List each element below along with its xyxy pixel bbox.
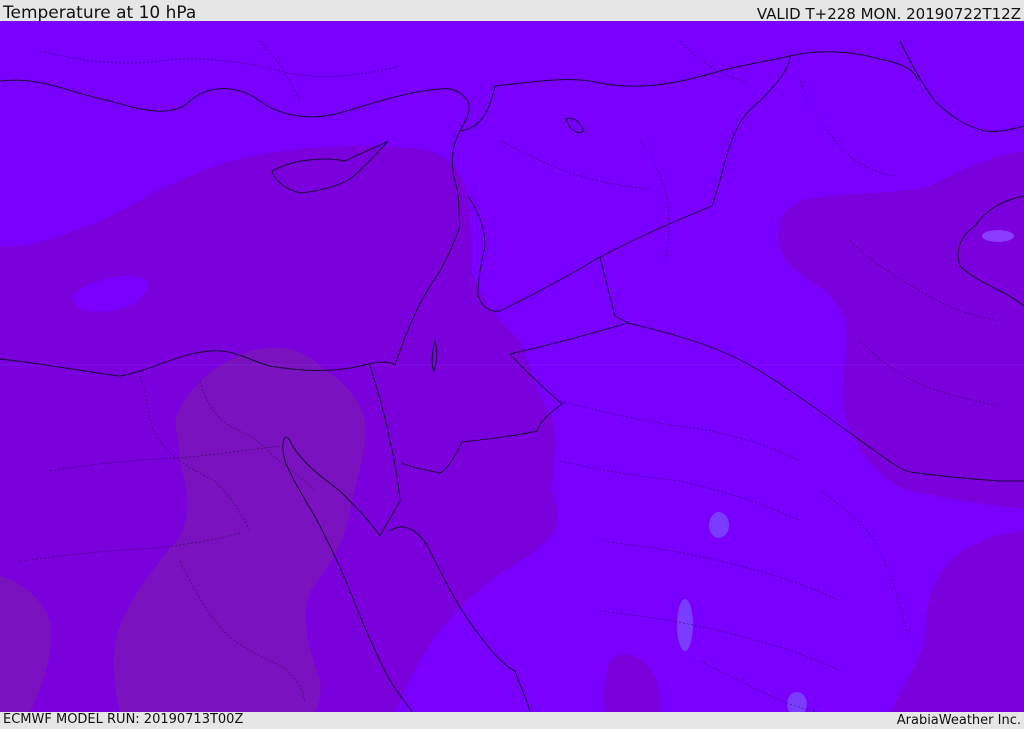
map-title: Temperature at 10 hPa (3, 3, 197, 23)
temperature-spot-2 (677, 599, 693, 651)
temperature-spot-1 (709, 512, 729, 538)
credit-label: ArabiaWeather Inc. (896, 713, 1021, 728)
header-bar: Temperature at 10 hPa VALID T+228 MON. 2… (0, 0, 1024, 23)
temperature-spot-4 (982, 230, 1014, 242)
weather-map[interactable] (0, 21, 1024, 712)
model-run-label: ECMWF MODEL RUN: 20190713T00Z (3, 712, 244, 727)
footer-bar: ECMWF MODEL RUN: 20190713T00Z ArabiaWeat… (0, 712, 1024, 729)
temperature-map-svg (0, 21, 1024, 712)
